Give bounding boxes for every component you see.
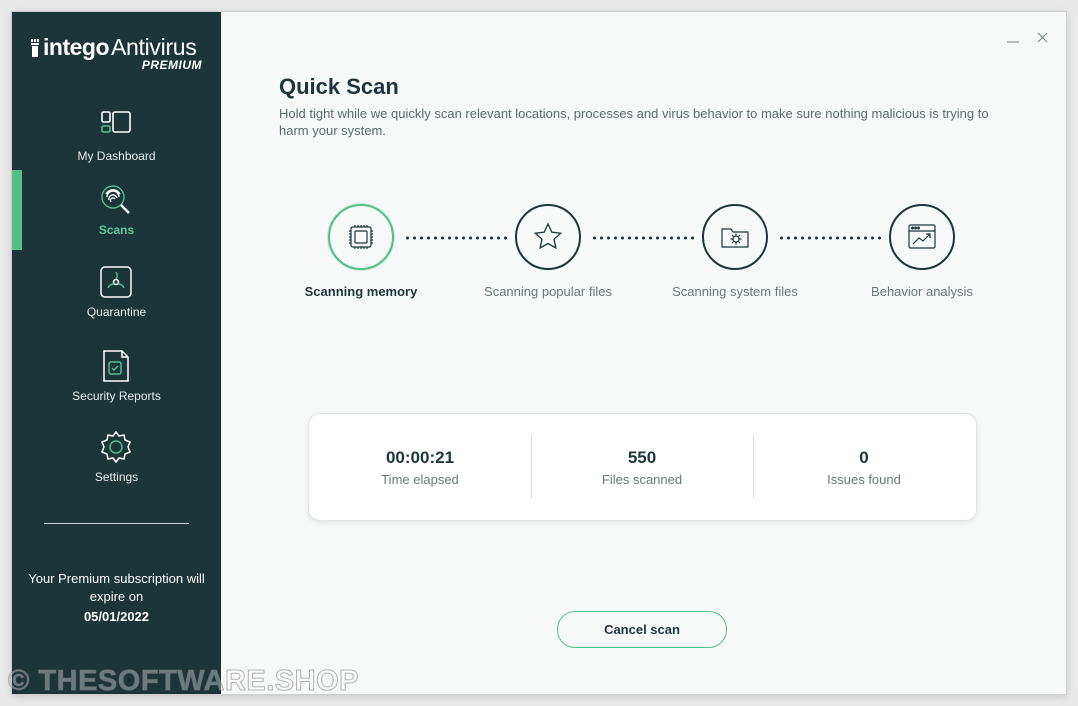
sidebar-item-label: Scans	[98, 223, 135, 237]
sidebar-item-dashboard[interactable]: My Dashboard	[12, 108, 221, 184]
sidebar: intego Antivirus PREMIUM My Dashboard Sc…	[12, 12, 221, 694]
sidebar-item-label: Quarantine	[86, 305, 147, 319]
sidebar-divider	[44, 523, 189, 524]
biohazard-icon	[100, 266, 132, 298]
step-label-popular-files: Scanning popular files	[484, 284, 612, 299]
brand-name: intego	[43, 34, 110, 60]
sidebar-item-security-reports[interactable]: Security Reports	[12, 348, 221, 424]
watermark-text: © THESOFTWARE.SHOP	[8, 665, 360, 698]
app-logo: intego Antivirus PREMIUM	[30, 34, 206, 74]
step-connector	[591, 236, 695, 240]
stat-value: 550	[627, 448, 657, 467]
report-icon	[103, 350, 129, 382]
dashboard-icon	[101, 111, 131, 133]
sidebar-item-label: My Dashboard	[77, 149, 156, 163]
sidebar-item-scans[interactable]: Scans	[12, 182, 221, 258]
step-label-memory: Scanning memory	[304, 284, 418, 299]
page-title: Quick Scan	[279, 74, 399, 99]
minimize-icon[interactable]	[1005, 30, 1021, 46]
app-window: intego Antivirus PREMIUM My Dashboard Sc…	[12, 12, 1066, 694]
fingerprint-search-icon	[101, 185, 130, 214]
step-connector	[778, 236, 882, 240]
product-name: Antivirus	[111, 34, 197, 60]
stat-value: 00:00:21	[385, 448, 455, 467]
behavior-chart-icon	[908, 224, 936, 249]
step-label-system-files: Scanning system files	[672, 284, 798, 299]
stat-time-elapsed: 00:00:21 Time elapsed	[309, 414, 531, 520]
stat-label: Issues found	[827, 472, 901, 487]
sidebar-item-label: Settings	[94, 470, 139, 484]
close-icon[interactable]	[1035, 30, 1051, 46]
step-memory	[328, 204, 394, 270]
system-folder-icon	[721, 228, 749, 248]
stat-issues-found: 0 Issues found	[753, 414, 975, 520]
step-popular-files	[515, 204, 581, 270]
step-connector	[404, 236, 508, 240]
stat-label: Time elapsed	[381, 472, 459, 487]
step-system-files	[702, 204, 768, 270]
subscription-text: Your Premium subscription will expire on	[28, 571, 205, 604]
page-description: Hold tight while we quickly scan relevan…	[279, 106, 989, 138]
star-icon	[533, 222, 563, 250]
step-behavior	[889, 204, 955, 270]
gear-icon	[101, 430, 131, 464]
sidebar-item-settings[interactable]: Settings	[12, 429, 221, 505]
stat-value: 0	[859, 448, 869, 467]
sidebar-item-label: Security Reports	[72, 389, 161, 403]
tier-label: PREMIUM	[141, 58, 202, 72]
memory-chip-icon	[349, 225, 373, 249]
intego-logo-mark-icon	[31, 38, 39, 57]
step-label-behavior: Behavior analysis	[871, 284, 973, 299]
cancel-scan-button[interactable]: Cancel scan	[557, 611, 727, 648]
scan-stats-card: 00:00:21 Time elapsed 550 Files scanned …	[308, 413, 977, 521]
stat-files-scanned: 550 Files scanned	[531, 414, 753, 520]
sidebar-item-quarantine[interactable]: Quarantine	[12, 264, 221, 340]
stat-label: Files scanned	[601, 472, 683, 487]
subscription-date: 05/01/2022	[83, 609, 150, 624]
